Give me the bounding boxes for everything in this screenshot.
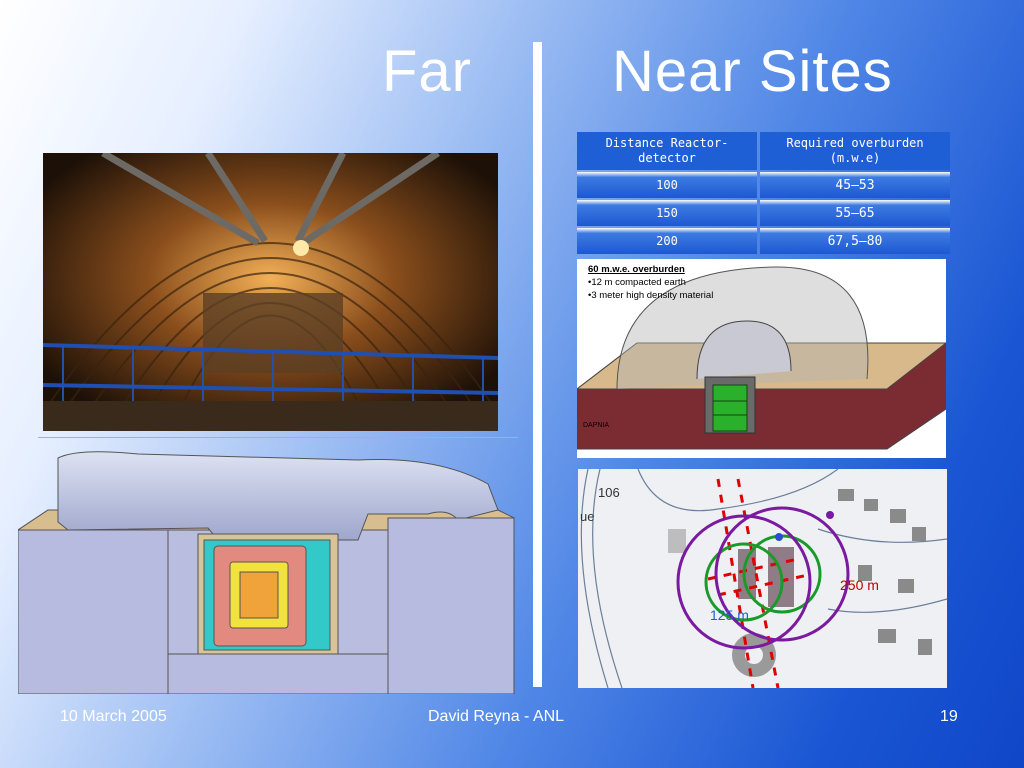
- far-site-cad-drawing: [16, 448, 516, 695]
- table-row: 200 67,5–80: [577, 228, 950, 254]
- tunnel-photo-graphic: [43, 153, 498, 431]
- overburden-bullet-text: 12 m compacted earth: [591, 277, 686, 288]
- dapnia-logo: DAPNIA: [583, 422, 610, 429]
- far-site-photo: [43, 153, 498, 431]
- overburden-bullet-text: 3 meter high density material: [591, 290, 714, 301]
- overburden-bullet: •3 meter high density material: [588, 290, 714, 301]
- table-cell-distance: 150: [577, 200, 757, 226]
- footer-date: 10 March 2005: [60, 708, 167, 725]
- left-separator-line: [38, 437, 518, 438]
- footer-page-number: 19: [940, 708, 958, 725]
- map-label-ue: ue: [580, 509, 595, 524]
- table-header-overburden: Required overburden (m.w.e): [760, 132, 950, 170]
- map-label-125m: 125 m: [710, 607, 749, 623]
- detector-cavern-graphic: [16, 451, 516, 695]
- map-label-250m: 250 m: [840, 577, 879, 593]
- overburden-table: Distance Reactor-detector Required overb…: [574, 130, 953, 256]
- table-row: 150 55–65: [577, 200, 950, 226]
- title-divider: [533, 42, 542, 687]
- table-cell-overburden: 67,5–80: [760, 228, 950, 254]
- table-row: 100 45–53: [577, 172, 950, 198]
- table-cell-distance: 200: [577, 228, 757, 254]
- title-far: Far: [382, 39, 472, 104]
- table-cell-overburden: 45–53: [760, 172, 950, 198]
- map-label-106: 106: [598, 485, 620, 500]
- title-near-sites: Near Sites: [612, 39, 893, 104]
- overburden-notes: 60 m.w.e. overburden •12 m compacted ear…: [588, 263, 713, 302]
- footer-author: David Reyna - ANL: [428, 708, 565, 725]
- near-site-map: 250 m 125 m 106 ue: [578, 469, 947, 688]
- table-cell-overburden: 55–65: [760, 200, 950, 226]
- overburden-heading: 60 m.w.e. overburden: [588, 264, 685, 275]
- table-header-distance: Distance Reactor-detector: [577, 132, 757, 170]
- overburden-bullet: •12 m compacted earth: [588, 277, 686, 288]
- table-cell-distance: 100: [577, 172, 757, 198]
- site-map-graphic: [578, 469, 947, 688]
